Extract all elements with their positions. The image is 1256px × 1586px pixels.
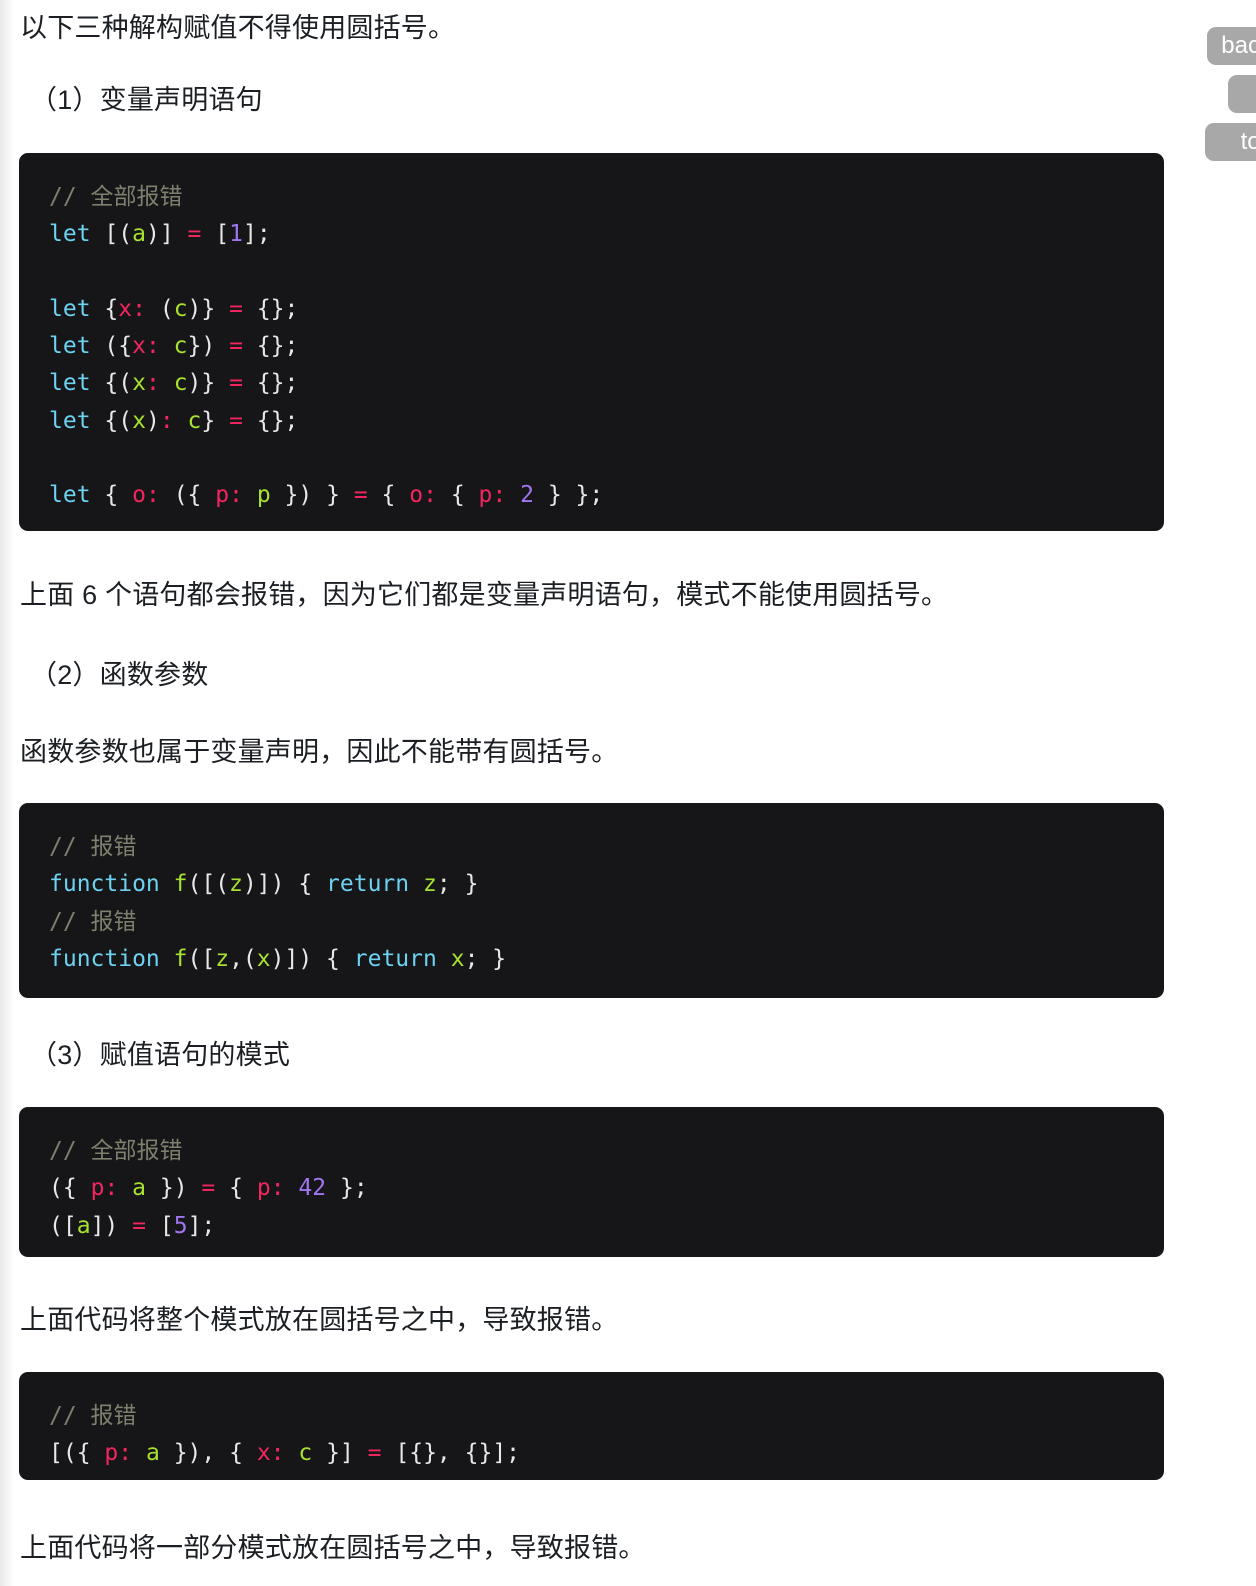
paragraph-after-code-1: 上面 6 个语句都会报错，因为它们都是变量声明语句，模式不能使用圆括号。	[20, 580, 949, 610]
code-comment: // 报错	[49, 1403, 137, 1429]
back-button[interactable]: back	[1207, 27, 1256, 65]
code-comment: // 报错	[49, 834, 137, 860]
code-block-2[interactable]: // 报错 function f([(z)]) { return z; } //…	[19, 803, 1164, 998]
code-comment: // 全部报错	[49, 1138, 183, 1164]
code-block-1[interactable]: // 全部报错 let [(a)] = [1]; let {x: (c)} = …	[19, 153, 1164, 531]
paragraph-after-code-4: 上面代码将一部分模式放在圆括号之中，导致报错。	[20, 1533, 646, 1563]
code-block-3[interactable]: // 全部报错 ({ p: a }) = { p: 42 }; ([a]) = …	[19, 1107, 1164, 1257]
code-block-3-content: // 全部报错 ({ p: a }) = { p: 42 }; ([a]) = …	[49, 1138, 368, 1239]
paragraph-before-code-2: 函数参数也属于变量声明，因此不能带有圆括号。	[20, 737, 619, 767]
floating-action-buttons: back top	[1196, 27, 1256, 161]
section-2-heading: （2）函数参数	[30, 660, 209, 690]
intro-paragraph: 以下三种解构赋值不得使用圆括号。	[20, 13, 456, 43]
code-block-1-content: // 全部报错 let [(a)] = [1]; let {x: (c)} = …	[49, 184, 604, 508]
page-left-shadow	[0, 0, 14, 1586]
section-3-heading: （3）赋值语句的模式	[30, 1040, 291, 1070]
code-block-4-content: // 报错 [({ p: a }), { x: c }] = [{}, {}];	[49, 1403, 521, 1467]
paragraph-after-code-3: 上面代码将整个模式放在圆括号之中，导致报错。	[20, 1305, 619, 1335]
code-comment: // 全部报错	[49, 184, 183, 210]
middle-button[interactable]	[1228, 75, 1256, 113]
code-block-4[interactable]: // 报错 [({ p: a }), { x: c }] = [{}, {}];	[19, 1372, 1164, 1480]
code-block-2-content: // 报错 function f([(z)]) { return z; } //…	[49, 834, 507, 972]
section-1-heading: （1）变量声明语句	[30, 85, 263, 115]
top-button[interactable]: top	[1204, 123, 1256, 161]
